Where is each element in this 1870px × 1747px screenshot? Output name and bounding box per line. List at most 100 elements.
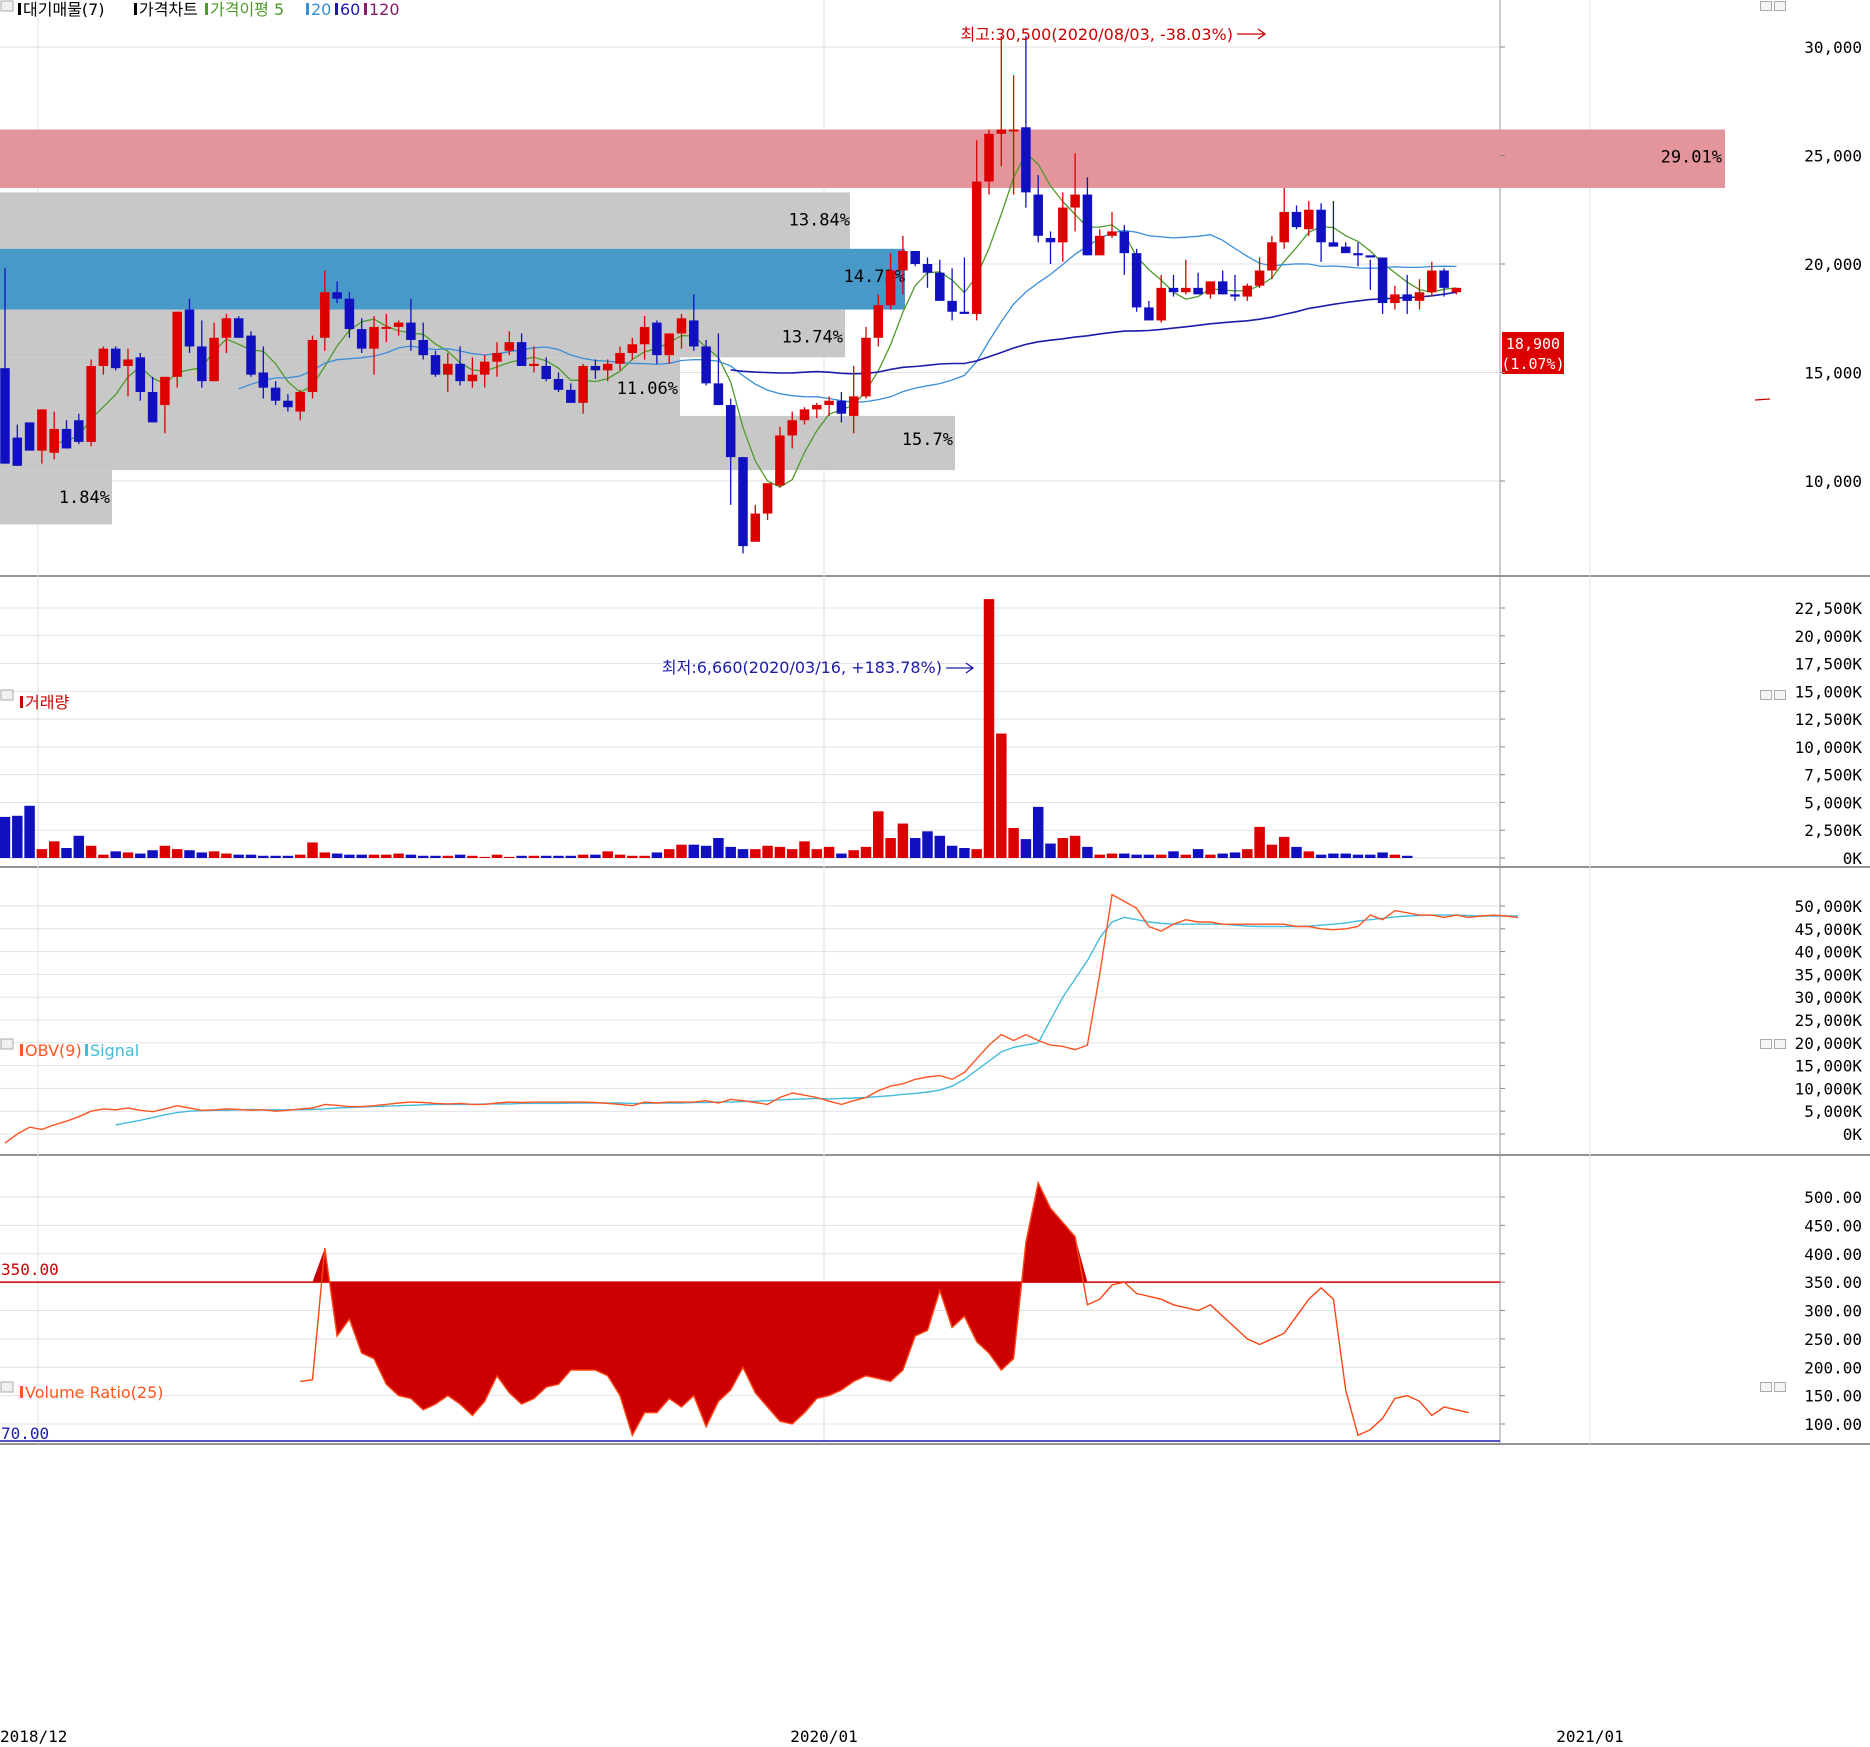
legend-marker	[364, 3, 367, 15]
candle-body	[1451, 287, 1462, 293]
legend-marker	[20, 1044, 23, 1056]
obv-line	[4, 893, 1518, 1144]
candle-body	[713, 383, 724, 406]
y-tick-label: 15,000	[1804, 364, 1862, 383]
ratio-70-label: 70.00	[1, 1424, 49, 1443]
candle-body	[110, 348, 121, 369]
volume-bar	[1315, 854, 1327, 858]
candle-body	[467, 374, 478, 382]
legend-label: 60	[340, 0, 360, 19]
candle-body	[369, 326, 379, 349]
volume-bar	[135, 853, 146, 858]
volume-bar	[1266, 844, 1278, 858]
supply-zone-label: 15.7%	[902, 430, 953, 450]
candle-body	[197, 346, 207, 382]
legend-label: Signal	[90, 1041, 139, 1060]
legend-marker	[335, 3, 338, 15]
candle-body	[455, 363, 465, 382]
supply-zone-label: 1.84%	[59, 488, 110, 508]
y-tick-label: 500.00	[1804, 1188, 1862, 1207]
candle-body	[664, 333, 674, 356]
supply-zone-label: 13.84%	[789, 210, 850, 230]
volume-bar	[860, 846, 872, 858]
candle-body	[898, 250, 908, 271]
candle-body	[1082, 194, 1093, 256]
candle-body	[123, 359, 133, 366]
candle-body	[1304, 209, 1314, 230]
candle-body	[529, 363, 539, 366]
candle-body	[270, 387, 281, 401]
volume-bar	[959, 848, 970, 858]
volume-bar	[282, 855, 294, 858]
vr-panel-minimize-button[interactable]	[1760, 1382, 1772, 1392]
candle-body	[1353, 253, 1363, 256]
volume-bar	[934, 835, 946, 858]
candle-body	[344, 298, 355, 330]
candle-body	[701, 346, 711, 384]
candle-body	[492, 352, 502, 362]
obv-lines	[4, 893, 1518, 1144]
candle-body	[49, 428, 59, 453]
candle-body	[172, 311, 182, 377]
high-annotation: 최고:30,500(2020/08/03, -38.03%)	[961, 25, 1233, 44]
candle-body	[1316, 209, 1326, 243]
volume-panel-minimize-button[interactable]	[1760, 690, 1772, 700]
volume-bar	[700, 845, 712, 858]
candle-body	[221, 318, 232, 338]
candle-body	[430, 355, 441, 375]
volume-bar	[1328, 853, 1339, 858]
volume-bar	[417, 855, 429, 858]
volume-bar	[996, 733, 1007, 858]
candle-body	[1402, 294, 1412, 301]
y-tick-label: 10,000K	[1795, 738, 1863, 757]
volume-panel-close-button[interactable]	[1774, 690, 1786, 700]
volume-bar	[1401, 855, 1413, 858]
volume-bar	[750, 849, 761, 858]
y-tick-label: 7,500K	[1804, 766, 1862, 785]
legend-label: OBV(9)	[25, 1041, 82, 1060]
y-tick-label: 20,000K	[1795, 1034, 1863, 1053]
volume-bar	[614, 854, 626, 858]
candle-body	[1144, 307, 1154, 321]
candle-body	[1230, 294, 1240, 297]
volume-bar	[1119, 853, 1130, 858]
y-tick-label: 35,000K	[1795, 965, 1863, 984]
volume-bar	[1168, 851, 1179, 858]
candle-body	[639, 326, 650, 345]
vr-panel-close-button[interactable]	[1774, 1382, 1786, 1392]
volume-bar	[983, 599, 995, 858]
volume-bar	[565, 855, 577, 858]
legend-label: 대기매물(7)	[23, 0, 105, 19]
candle-body	[910, 250, 920, 264]
supply-zone-label: 29.01%	[1661, 147, 1722, 167]
volume-bar	[454, 854, 466, 858]
candle-body	[406, 322, 416, 340]
supply-zone-bar	[0, 415, 955, 471]
candle-body	[824, 400, 834, 406]
y-tick-label: 150.00	[1804, 1387, 1862, 1406]
candle-body	[1377, 257, 1388, 304]
candle-body	[1168, 287, 1179, 293]
panel-handle	[0, 0, 14, 12]
volume-bar	[85, 845, 97, 858]
y-tick-label: 100.00	[1804, 1415, 1862, 1434]
legend-label: 가격차트	[139, 0, 198, 19]
obv-panel-close-button[interactable]	[1774, 1039, 1786, 1049]
volume-bar	[0, 816, 11, 858]
price-panel-close-button[interactable]	[1774, 1, 1786, 11]
volume-bar	[208, 851, 220, 858]
candle-body	[799, 409, 810, 421]
candle-body	[418, 339, 428, 356]
y-tick-label: 17,500K	[1795, 655, 1863, 674]
obv-panel-minimize-button[interactable]	[1760, 1039, 1772, 1049]
volume-bar	[799, 841, 810, 858]
volume-bar	[1340, 853, 1351, 858]
y-tick-label: 40,000K	[1795, 943, 1863, 962]
volume-bar	[516, 855, 527, 858]
candle-body	[443, 363, 453, 375]
candle-body	[566, 389, 576, 403]
candle-body	[320, 292, 330, 338]
candle-body	[307, 339, 318, 393]
price-panel-minimize-button[interactable]	[1760, 1, 1772, 11]
volume-bar	[24, 805, 35, 858]
